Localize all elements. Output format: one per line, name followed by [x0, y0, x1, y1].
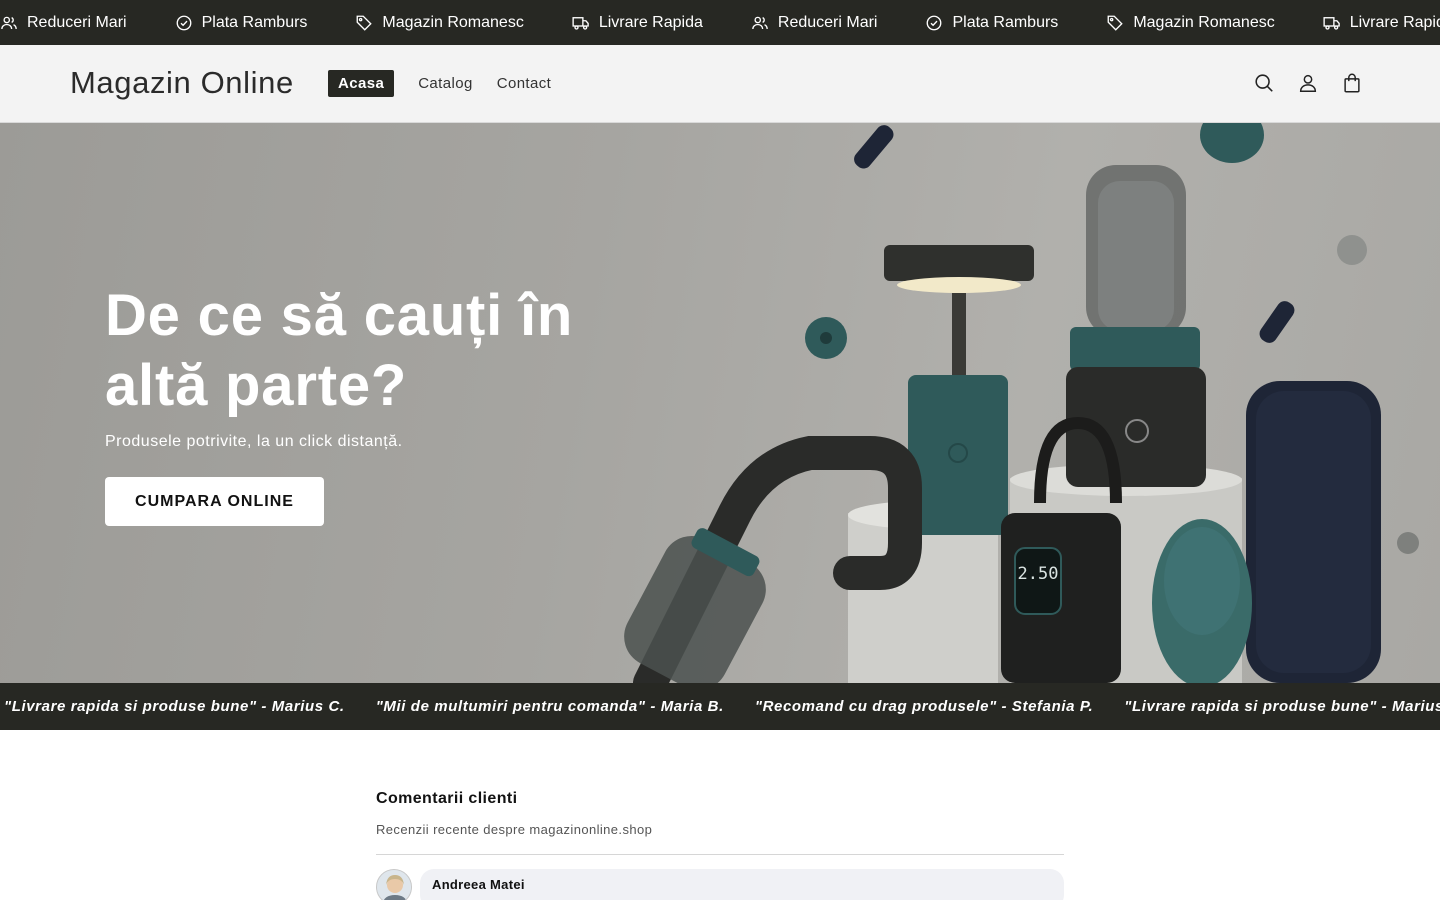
- announcement-item: Livrare Rapida: [1323, 14, 1440, 32]
- announcement-label: Magazin Romanesc: [382, 13, 524, 31]
- announcement-track: Reduceri Mari Plata Ramburs Magazin Romane…: [0, 0, 1440, 45]
- hero-subtitle: Produsele potrivite, la un click distanț…: [105, 433, 403, 450]
- check-circle-icon: [925, 14, 952, 32]
- users-icon: [0, 14, 27, 32]
- testimonial-quote: "Livrare rapida si produse bune" - Mariu…: [4, 698, 345, 715]
- review-author: Andreea Matei: [432, 877, 525, 892]
- tag-icon: [1106, 14, 1133, 32]
- search-icon[interactable]: [1252, 71, 1276, 95]
- announcement-item: Magazin Romanesc: [355, 13, 524, 32]
- site-header: Magazin Online Acasa Catalog Contact: [0, 45, 1440, 123]
- pump-display-readout: 2.50: [1018, 564, 1059, 584]
- announcement-label: Livrare Rapida: [1349, 13, 1440, 31]
- announcement-label: Plata Ramburs: [201, 13, 308, 31]
- hero-banner: 2.50 De ce să cauți în altă parte? Produ…: [0, 123, 1440, 683]
- announcement-label: Magazin Romanesc: [1133, 13, 1275, 31]
- review-item: Andreea Matei: [376, 869, 1064, 900]
- testimonial-quote: "Mii de multumiri pentru comanda" - Mari…: [375, 698, 724, 715]
- cart-icon[interactable]: [1340, 71, 1364, 95]
- check-circle-icon: [175, 14, 202, 32]
- announcement-label: Reduceri Mari: [777, 13, 878, 31]
- main-nav: Acasa Catalog Contact: [328, 70, 575, 97]
- nav-link-acasa[interactable]: Acasa: [328, 70, 395, 97]
- announcement-label: Reduceri Mari: [27, 13, 127, 31]
- announcement-item: Plata Ramburs: [925, 14, 1058, 32]
- announcement-item: Reduceri Mari: [751, 13, 878, 32]
- announcement-item: Plata Ramburs: [175, 13, 308, 32]
- announcement-item: Livrare Rapida: [572, 14, 703, 32]
- testimonial-quote: "Livrare rapida si produse bune" - Mariu…: [1124, 698, 1440, 715]
- truck-icon: [1323, 14, 1350, 32]
- announcement-item: Reduceri Mari: [0, 14, 127, 32]
- users-icon: [751, 14, 778, 32]
- announcement-bar: Reduceri Mari Plata Ramburs Magazin Romane…: [0, 0, 1440, 45]
- testimonials-bar: "Livrare rapida si produse bune" - Mariu…: [0, 683, 1440, 730]
- nav-link-catalog[interactable]: Catalog: [418, 71, 473, 96]
- site-logo[interactable]: Magazin Online: [70, 65, 294, 101]
- reviews-subtitle: Recenzii recente despre magazinonline.sh…: [376, 822, 653, 837]
- reviews-divider: [376, 854, 1064, 855]
- shop-online-button[interactable]: CUMPARA ONLINE: [105, 477, 324, 526]
- reviews-section: Comentarii clienti Recenzii recente desp…: [376, 790, 1064, 900]
- reviews-title: Comentarii clienti: [376, 790, 518, 807]
- tag-icon: [355, 14, 382, 32]
- avatar: [376, 869, 412, 900]
- truck-icon: [572, 14, 599, 32]
- testimonials-track: "Livrare rapida si produse bune" - Mariu…: [4, 683, 1440, 730]
- testimonial-quote: "Recomand cu drag produsele" - Stefania …: [754, 698, 1094, 715]
- nav-link-contact[interactable]: Contact: [497, 71, 552, 96]
- header-icons: [1232, 71, 1364, 95]
- account-icon[interactable]: [1296, 71, 1320, 95]
- hero-title: De ce să cauți în altă parte?: [105, 283, 574, 418]
- announcement-label: Livrare Rapida: [598, 13, 703, 31]
- announcement-item: Magazin Romanesc: [1106, 13, 1275, 32]
- review-bubble: Andreea Matei: [420, 869, 1064, 900]
- announcement-label: Plata Ramburs: [952, 13, 1059, 31]
